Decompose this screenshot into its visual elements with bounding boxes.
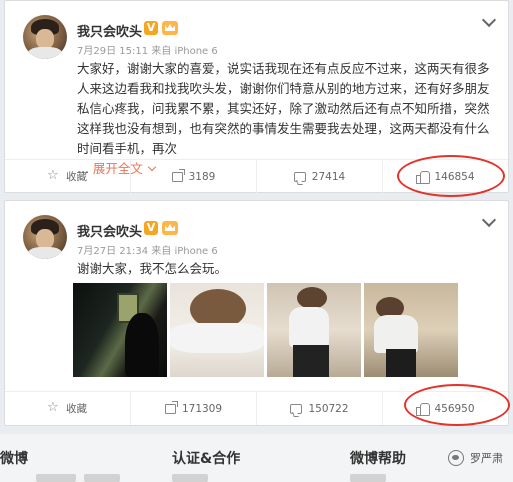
footer-certification-heading[interactable]: 认证&合作: [172, 448, 240, 468]
comment-count: 150722: [308, 402, 349, 415]
comment-count: 27414: [311, 170, 346, 183]
thumbs-up-icon: [416, 171, 431, 184]
avatar[interactable]: [23, 15, 67, 59]
chevron-down-icon[interactable]: [481, 12, 497, 28]
star-icon: [47, 168, 60, 183]
post-meta: 7月27日 21:34 来自 iPhone 6: [77, 246, 218, 257]
footer-link[interactable]: [172, 474, 208, 482]
share-count: 171309: [181, 402, 223, 415]
footer-link[interactable]: [350, 474, 386, 482]
share-button[interactable]: 3189: [131, 160, 257, 193]
vip-crown-icon: [162, 221, 178, 235]
watermark-text: 罗严肃: [470, 452, 503, 465]
comment-button[interactable]: 150722: [257, 392, 383, 425]
favorite-button[interactable]: 收藏: [5, 160, 131, 193]
verified-badge-icon: V: [144, 221, 158, 235]
footer-link[interactable]: [36, 474, 76, 482]
post-photo[interactable]: [73, 283, 167, 377]
username[interactable]: 我只会吹头: [77, 221, 142, 240]
action-bar: 收藏 171309 150722 456950: [5, 391, 508, 425]
share-icon: [171, 168, 185, 182]
photo-grid: [73, 283, 458, 377]
action-bar: 收藏 3189 27414 146854: [5, 159, 508, 193]
comment-icon: [290, 403, 303, 414]
post-photo[interactable]: [267, 283, 361, 377]
thumbs-up-icon: [416, 403, 431, 416]
like-count: 456950: [434, 402, 475, 415]
like-button[interactable]: 146854: [383, 160, 508, 193]
comment-icon: [293, 171, 306, 182]
like-button[interactable]: 456950: [383, 392, 508, 425]
verified-badge-icon: V: [144, 21, 158, 35]
username[interactable]: 我只会吹头: [77, 21, 142, 40]
post-text: 谢谢大家，我不怎么会玩。: [77, 261, 228, 276]
post-meta: 7月29日 15:11 来自 iPhone 6: [77, 46, 218, 57]
like-count: 146854: [434, 170, 475, 183]
avatar[interactable]: [23, 215, 67, 259]
favorite-label: 收藏: [66, 403, 87, 415]
share-icon: [164, 400, 178, 414]
favorite-button[interactable]: 收藏: [5, 392, 131, 425]
share-count: 3189: [188, 170, 216, 183]
comment-button[interactable]: 27414: [257, 160, 383, 193]
favorite-label: 收藏: [66, 171, 87, 183]
wechat-logo-icon: [448, 450, 464, 466]
post-body: 大家好，谢谢大家的喜爱，说实话我现在还有点反应不过来，这两天有很多人来这边看我和…: [77, 61, 490, 156]
share-button[interactable]: 171309: [131, 392, 257, 425]
post-photo[interactable]: [170, 283, 264, 377]
weibo-post-2: 我只会吹头 V 7月27日 21:34 来自 iPhone 6 谢谢大家，我不怎…: [4, 200, 509, 426]
footer-weibo-heading[interactable]: 微博: [0, 448, 28, 468]
star-icon: [47, 400, 60, 415]
weibo-post-1: 我只会吹头 V 7月29日 15:11 来自 iPhone 6 大家好，谢谢大家…: [4, 0, 509, 193]
post-photo[interactable]: [364, 283, 458, 377]
footer-help-heading[interactable]: 微博帮助: [350, 448, 406, 468]
vip-crown-icon: [162, 21, 178, 35]
footer-link[interactable]: [84, 474, 120, 482]
chevron-down-icon[interactable]: [481, 212, 497, 228]
watermark: 罗严肃: [448, 450, 503, 466]
site-footer: 微博 认证&合作 微博帮助 罗严肃: [0, 434, 513, 482]
